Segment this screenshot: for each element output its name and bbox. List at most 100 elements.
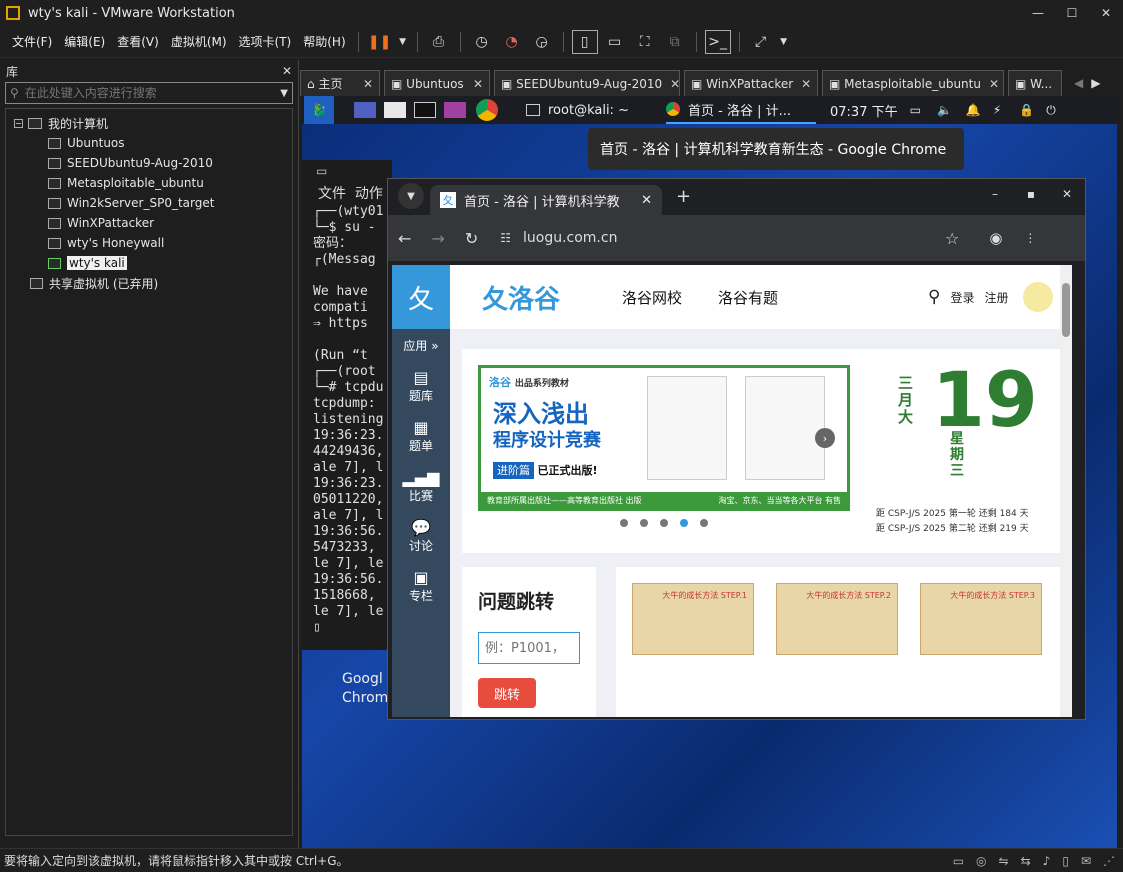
chevron-down-icon[interactable]: ▼ — [280, 88, 288, 99]
luogu-brand[interactable]: 夂洛谷 — [482, 279, 592, 316]
problem-input[interactable] — [478, 632, 580, 664]
profile-icon[interactable]: ◉ — [989, 229, 1002, 247]
carousel-dot[interactable] — [620, 519, 628, 527]
task-chrome[interactable]: 首页 - 洛谷 | 计... — [666, 96, 816, 124]
tree-item[interactable]: Metasploitable_ubuntu — [6, 173, 292, 193]
files-icon[interactable] — [384, 102, 406, 118]
chrome-window[interactable]: ▼ 夂首页 - 洛谷 | 计算机科学教 ✕ + – ▪ ✕ ← → ↻ ☷ luo… — [387, 178, 1086, 720]
tab-scroll-right-icon[interactable]: ▶ — [1091, 76, 1100, 90]
growth-card[interactable]: 大牛的成长方法 STEP.2 — [776, 583, 898, 655]
volume-icon[interactable]: 🔈 — [937, 103, 952, 117]
chrome-launcher-icon[interactable] — [476, 99, 498, 121]
menu-tabs[interactable]: 选项卡(T) — [233, 33, 298, 50]
close-icon[interactable]: ✕ — [465, 77, 483, 91]
page-scrollbar[interactable] — [1060, 265, 1072, 717]
tree-item[interactable]: Ubuntuos — [6, 133, 292, 153]
tree-root[interactable]: − 我的计算机 — [6, 113, 292, 133]
tree-item[interactable]: Win2kServer_SP0_target — [6, 193, 292, 213]
tab-home[interactable]: ⌂ 主页 ✕ — [300, 70, 380, 96]
site-info-icon[interactable]: ☷ — [500, 231, 511, 245]
terminal-window[interactable]: ▭ 文件 动作 ┌──(wty01 └─$ su - 密码： ┌(Messag … — [302, 160, 392, 650]
close-icon[interactable]: ✕ — [641, 193, 652, 208]
power-icon[interactable]: ⚡ — [993, 103, 1001, 117]
close-button[interactable]: ✕ — [1089, 0, 1123, 26]
growth-card[interactable]: 大牛的成长方法 STEP.1 — [632, 583, 754, 655]
carousel-dot[interactable] — [700, 519, 708, 527]
search-icon[interactable]: ⚲ — [928, 287, 940, 307]
bookmark-star-icon[interactable]: ☆ — [945, 229, 959, 248]
tab-metasploitable[interactable]: ▣ Metasploitable_ubuntu ✕ — [822, 70, 1004, 96]
tree-item[interactable]: SEEDUbuntu9-Aug-2010 — [6, 153, 292, 173]
sound-icon[interactable]: ♪ — [1043, 854, 1051, 868]
cd-icon[interactable]: ◎ — [976, 854, 986, 868]
close-icon[interactable]: ✕ — [355, 77, 373, 91]
menu-edit[interactable]: 编辑(E) — [58, 33, 111, 50]
library-close-icon[interactable]: ✕ — [282, 64, 292, 78]
chevron-down-icon[interactable]: ▼ — [398, 183, 424, 209]
message-icon[interactable]: ✉ — [1081, 854, 1091, 868]
carousel-banner[interactable]: 洛谷 出品系列教材 深入浅出 程序设计竞赛 进阶篇 已正式出版! › 教育部所属… — [478, 365, 850, 511]
stretch-icon[interactable]: ⤢ — [748, 30, 774, 54]
kali-menu-icon[interactable]: 🐉 — [304, 96, 334, 124]
desktop-chrome-label[interactable]: Googl Chrom — [342, 670, 392, 708]
forward-icon[interactable]: → — [431, 229, 444, 248]
snapshot-icon[interactable]: ◷ — [469, 30, 495, 54]
carousel-next-icon[interactable]: › — [815, 428, 835, 448]
close-icon[interactable]: ✕ — [793, 77, 811, 91]
task-terminal[interactable]: root@kali: ~ — [526, 103, 666, 118]
tab-seedubuntu[interactable]: ▣ SEEDUbuntu9-Aug-2010 ✕ — [494, 70, 680, 96]
collapse-icon[interactable]: − — [14, 118, 23, 128]
close-icon[interactable]: ✕ — [981, 77, 999, 91]
workspace-icon[interactable] — [354, 102, 376, 118]
maximize-button[interactable]: ▪ — [1013, 179, 1049, 209]
pause-icon[interactable]: ❚❚ — [367, 30, 393, 54]
terminal-icon[interactable] — [414, 102, 436, 118]
revert-snapshot-icon[interactable]: ◔ — [499, 30, 525, 54]
tab-more[interactable]: ▣ W... — [1008, 70, 1062, 96]
sidebar-contests[interactable]: ▂▄▆ 比赛 — [392, 468, 450, 504]
snapshot-manager-icon[interactable]: ◶ — [529, 30, 555, 54]
nav-problems[interactable]: 洛谷有题 — [718, 287, 778, 308]
minimize-button[interactable]: — — [1021, 0, 1055, 26]
url-text[interactable]: luogu.com.cn — [523, 230, 923, 246]
bell-icon[interactable]: 🔔 — [966, 103, 981, 117]
send-keys-icon[interactable]: ⎙ — [426, 30, 452, 54]
sidebar-columns[interactable]: ▣ 专栏 — [392, 568, 450, 604]
sidebar-apps[interactable]: 应用 » — [392, 337, 450, 354]
window-icon[interactable]: ▭ — [910, 103, 921, 117]
hdd-icon[interactable]: ▭ — [953, 854, 964, 868]
sidebar-lists[interactable]: ▦ 题单 — [392, 418, 450, 454]
minimize-button[interactable]: – — [977, 179, 1013, 209]
menu-view[interactable]: 查看(V) — [111, 33, 165, 50]
unity-icon[interactable]: ⧉ — [662, 30, 688, 54]
sidebar-problems[interactable]: ▤ 题库 — [392, 368, 450, 404]
avatar[interactable] — [1022, 282, 1053, 312]
console-icon[interactable]: >_ — [704, 29, 731, 54]
close-button[interactable]: ✕ — [1049, 179, 1085, 209]
tree-item-shared[interactable]: 共享虚拟机 (已弃用) — [6, 273, 292, 293]
tab-scroll-left-icon[interactable]: ◀ — [1074, 76, 1083, 90]
lock-icon[interactable]: 🔒 — [1019, 103, 1034, 117]
carousel-dot[interactable] — [660, 519, 668, 527]
display-icon[interactable]: ▯ — [1062, 854, 1069, 868]
thumbnail-icon[interactable]: ▭ — [602, 30, 628, 54]
nav-school[interactable]: 洛谷网校 — [622, 287, 682, 308]
tree-item-selected[interactable]: wty's kali — [6, 253, 292, 273]
vm-display[interactable]: 🐉 root@kali: ~ 首页 - 洛谷 | 计... 07:37 下午 ▭… — [302, 96, 1117, 848]
register-link[interactable]: 注册 — [985, 289, 1009, 306]
tree-item[interactable]: WinXPattacker — [6, 213, 292, 233]
luogu-logo-icon[interactable]: 夂 — [392, 265, 450, 329]
close-icon[interactable]: ✕ — [662, 77, 679, 91]
usb-icon[interactable]: ⇆ — [1021, 854, 1031, 868]
chevron-down-icon[interactable]: ▼ — [397, 30, 409, 54]
chevron-down-icon[interactable]: ▼ — [778, 30, 790, 54]
login-link[interactable]: 登录 — [950, 289, 974, 306]
carousel-dot-active[interactable] — [680, 519, 688, 527]
network-icon[interactable]: ⇋ — [999, 854, 1009, 868]
new-tab-icon[interactable]: + — [676, 186, 691, 207]
menu-vm[interactable]: 虚拟机(M) — [165, 33, 233, 50]
tab-ubuntuos[interactable]: ▣ Ubuntuos ✕ — [384, 70, 490, 96]
tab-winxpattacker[interactable]: ▣ WinXPattacker ✕ — [684, 70, 818, 96]
reload-icon[interactable]: ↻ — [465, 229, 478, 248]
tree-item[interactable]: wty's Honeywall — [6, 233, 292, 253]
